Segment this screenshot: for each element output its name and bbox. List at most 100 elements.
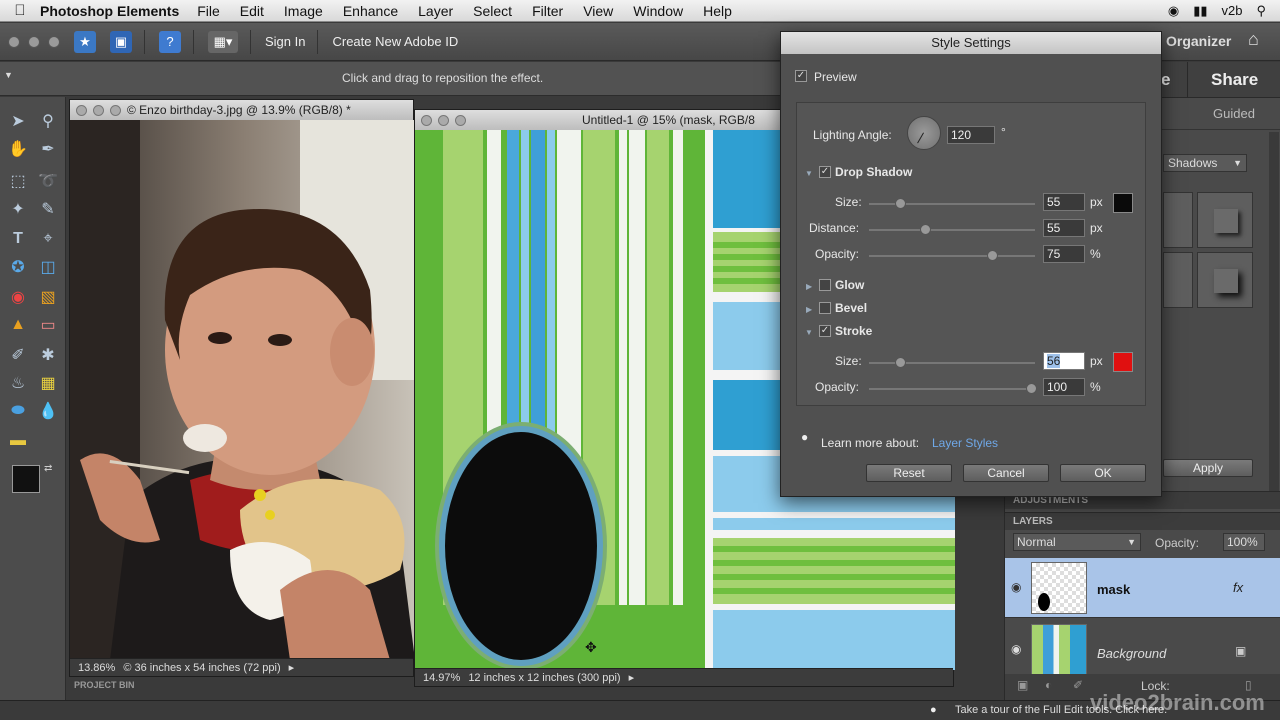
slider-knob[interactable] bbox=[987, 250, 998, 261]
foreground-color-swatch[interactable] bbox=[12, 465, 40, 493]
doc-close-button[interactable] bbox=[76, 104, 87, 116]
doc-minimize-button[interactable] bbox=[438, 114, 449, 126]
menu-edit[interactable]: Edit bbox=[240, 3, 264, 19]
eraser-tool-icon[interactable]: ▭ bbox=[36, 313, 60, 337]
glow-checkbox[interactable] bbox=[819, 279, 831, 291]
cancel-button[interactable]: Cancel bbox=[963, 464, 1049, 482]
doc-zoom-button[interactable] bbox=[455, 114, 466, 126]
drop-shadow-opacity-field[interactable]: 75 bbox=[1043, 245, 1085, 263]
tab-guided[interactable]: Guided bbox=[1213, 106, 1255, 121]
options-collapse-icon[interactable]: ▼ bbox=[4, 70, 13, 80]
effect-thumbnail[interactable] bbox=[1197, 252, 1253, 308]
sponge-tool-icon[interactable]: ▬ bbox=[6, 429, 30, 453]
layers-panel-header[interactable]: LAYERS bbox=[1005, 512, 1280, 530]
layer-name-mask[interactable]: mask bbox=[1097, 582, 1130, 597]
paint-bucket-tool-icon[interactable]: ♨ bbox=[6, 371, 30, 395]
healing-brush-tool-icon[interactable]: ▧ bbox=[36, 285, 60, 309]
clone-stamp-tool-icon[interactable]: ▲ bbox=[6, 313, 30, 337]
drop-shadow-disclosure-icon[interactable]: ▼ bbox=[805, 169, 813, 178]
status-menu-arrow-icon[interactable]: ▸ bbox=[289, 661, 295, 674]
app-name-menu[interactable]: Photoshop Elements bbox=[40, 3, 179, 19]
save-icon[interactable]: ▣ bbox=[110, 30, 132, 53]
dialog-title[interactable]: Style Settings bbox=[781, 32, 1161, 54]
stroke-size-slider[interactable] bbox=[869, 357, 1035, 368]
glow-disclosure-icon[interactable]: ▶ bbox=[806, 282, 812, 291]
menu-file[interactable]: File bbox=[197, 3, 220, 19]
photo-document-titlebar[interactable]: © Enzo birthday-3.jpg @ 13.9% (RGB/8) * bbox=[70, 100, 413, 120]
menu-layer[interactable]: Layer bbox=[418, 3, 453, 19]
stroke-checkbox[interactable]: ✓ bbox=[819, 325, 831, 337]
drop-shadow-opacity-slider[interactable] bbox=[869, 250, 1035, 261]
organizer-button[interactable]: Organizer bbox=[1166, 33, 1231, 49]
effects-scrollbar[interactable] bbox=[1269, 132, 1279, 502]
slider-knob[interactable] bbox=[1026, 383, 1037, 394]
bevel-disclosure-icon[interactable]: ▶ bbox=[806, 305, 812, 314]
ok-button[interactable]: OK bbox=[1060, 464, 1146, 482]
menu-enhance[interactable]: Enhance bbox=[343, 3, 398, 19]
layer-opacity-field[interactable]: 100% bbox=[1223, 533, 1265, 551]
blend-mode-dropdown[interactable]: Normal ▼ bbox=[1013, 533, 1141, 551]
blur-tool-icon[interactable]: 💧 bbox=[36, 399, 60, 423]
effect-thumbnail[interactable] bbox=[1197, 192, 1253, 248]
sign-in-link[interactable]: Sign In bbox=[265, 34, 305, 49]
layer-row-background[interactable]: ◉ Background ▣ bbox=[1005, 620, 1280, 680]
window-minimize-button[interactable] bbox=[28, 35, 40, 48]
drop-shadow-distance-field[interactable]: 55 bbox=[1043, 219, 1085, 237]
type-tool-icon[interactable]: T bbox=[6, 227, 30, 251]
preview-checkbox[interactable]: ✓ bbox=[795, 70, 807, 82]
zoom-tool-icon[interactable]: ⚲ bbox=[36, 109, 60, 133]
slider-knob[interactable] bbox=[895, 198, 906, 209]
wifi-icon[interactable]: ◉ bbox=[1168, 3, 1179, 19]
visibility-eye-icon[interactable]: ◉ bbox=[1011, 642, 1021, 656]
adjustment-layer-icon[interactable]: ◐ bbox=[1045, 678, 1052, 692]
layer-fx-icon[interactable]: fx bbox=[1233, 580, 1243, 595]
battery-icon[interactable]: ▮▮ bbox=[1193, 3, 1207, 19]
hand-tool-icon[interactable]: ✋ bbox=[6, 137, 30, 161]
spotlight-icon[interactable]: ⚲ bbox=[1256, 3, 1266, 19]
menu-window[interactable]: Window bbox=[633, 3, 683, 19]
menu-image[interactable]: Image bbox=[284, 3, 323, 19]
reset-button[interactable]: Reset bbox=[866, 464, 952, 482]
tab-share[interactable]: Share bbox=[1211, 70, 1258, 90]
effect-thumbnail[interactable] bbox=[1163, 252, 1193, 308]
red-eye-tool-icon[interactable]: ◉ bbox=[6, 285, 30, 309]
photo-doc-info[interactable]: © 36 inches x 54 inches (72 ppi) bbox=[123, 662, 280, 674]
home-icon[interactable]: ⌂ bbox=[1248, 29, 1259, 50]
apple-icon[interactable]:  bbox=[0, 2, 40, 19]
crop-tool-icon[interactable]: ⌖ bbox=[36, 227, 60, 251]
window-close-button[interactable] bbox=[8, 35, 20, 48]
effects-category-dropdown[interactable]: Shadows ▼ bbox=[1163, 154, 1247, 172]
quick-selection-tool-icon[interactable]: ✎ bbox=[36, 197, 60, 221]
brush-icon[interactable]: ✐ bbox=[1073, 678, 1083, 692]
magic-wand-tool-icon[interactable]: ✦ bbox=[6, 197, 30, 221]
doc-minimize-button[interactable] bbox=[93, 104, 104, 116]
drop-shadow-size-field[interactable]: 55 bbox=[1043, 193, 1085, 211]
stroke-disclosure-icon[interactable]: ▼ bbox=[805, 328, 813, 337]
apply-button[interactable]: Apply bbox=[1163, 459, 1253, 477]
shape-tool-icon[interactable]: ⬬ bbox=[6, 399, 30, 423]
menu-filter[interactable]: Filter bbox=[532, 3, 563, 19]
marquee-tool-icon[interactable]: ⬚ bbox=[6, 169, 30, 193]
user-name[interactable]: v2b bbox=[1222, 3, 1243, 18]
drop-shadow-color-swatch[interactable] bbox=[1113, 193, 1133, 213]
status-menu-arrow-icon[interactable]: ▸ bbox=[629, 671, 635, 684]
lasso-tool-icon[interactable]: ➰ bbox=[36, 169, 60, 193]
bevel-checkbox[interactable] bbox=[819, 302, 831, 314]
visibility-eye-icon[interactable]: ◉ bbox=[1011, 580, 1021, 594]
arrange-icon[interactable]: ▦▾ bbox=[208, 30, 238, 53]
pattern-doc-info[interactable]: 12 inches x 12 inches (300 ppi) bbox=[468, 672, 620, 684]
project-bin-label[interactable]: PROJECT BIN bbox=[74, 680, 135, 690]
drop-shadow-checkbox[interactable]: ✓ bbox=[819, 166, 831, 178]
cookie-cutter-tool-icon[interactable]: ✪ bbox=[6, 255, 30, 279]
stroke-color-swatch[interactable] bbox=[1113, 352, 1133, 372]
stroke-opacity-slider[interactable] bbox=[869, 383, 1037, 394]
slider-knob[interactable] bbox=[895, 357, 906, 368]
menu-select[interactable]: Select bbox=[473, 3, 512, 19]
new-layer-icon[interactable]: ▣ bbox=[1017, 678, 1028, 692]
create-adobe-id-link[interactable]: Create New Adobe ID bbox=[332, 34, 458, 49]
layer-styles-link[interactable]: Layer Styles bbox=[932, 436, 998, 450]
move-tool-icon[interactable]: ➤ bbox=[6, 109, 30, 133]
swap-colors-icon[interactable]: ⇄ bbox=[44, 463, 52, 474]
doc-zoom-button[interactable] bbox=[110, 104, 121, 116]
lighting-angle-field[interactable]: 120 bbox=[947, 126, 995, 144]
